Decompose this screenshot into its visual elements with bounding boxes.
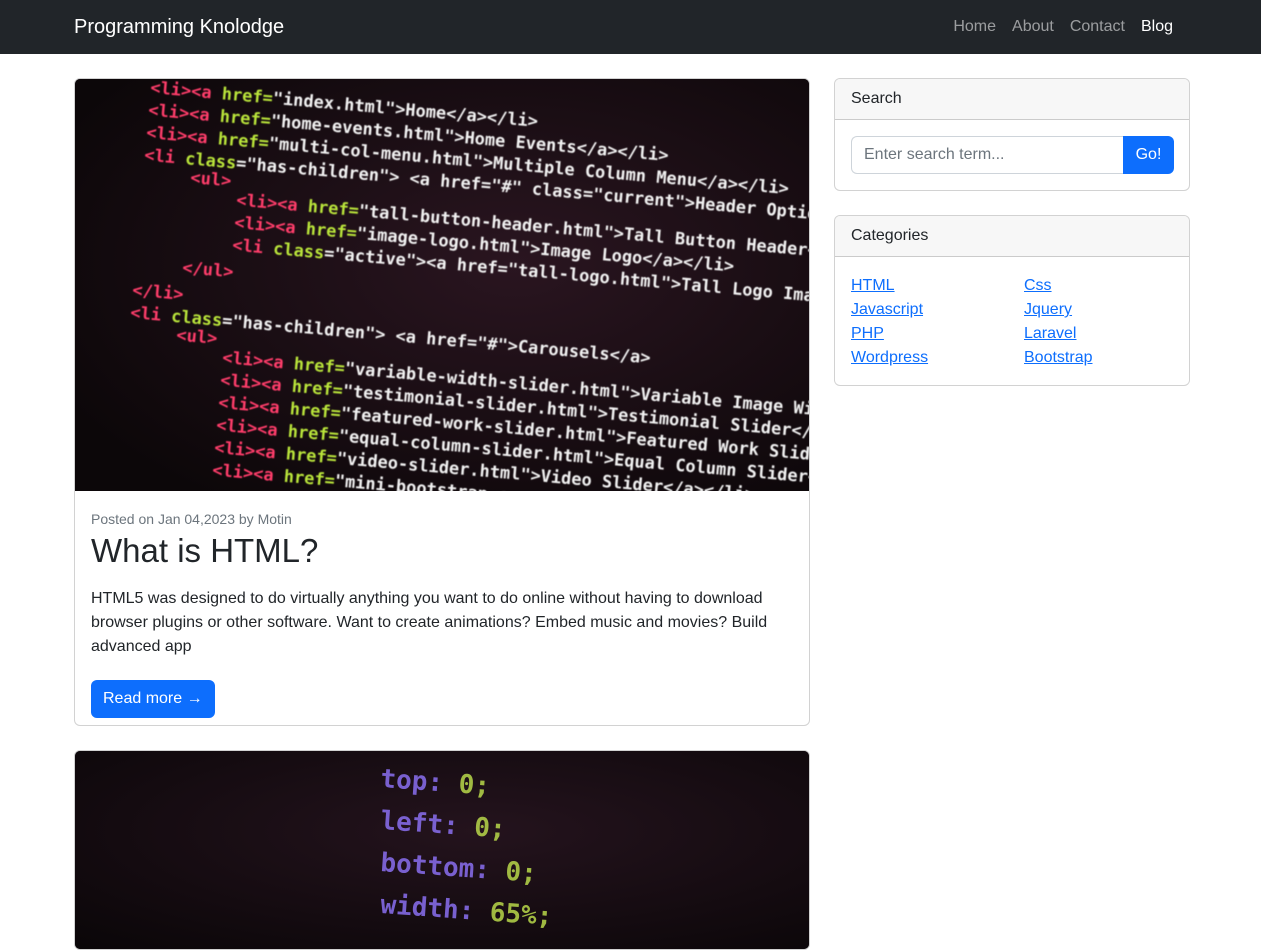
category-link-laravel[interactable]: Laravel: [1024, 322, 1092, 346]
search-widget-header: Search: [835, 79, 1189, 120]
category-link-css[interactable]: Css: [1024, 274, 1092, 298]
code-screenshot-image: <li><a href="index.html">Home</a></li><l…: [75, 79, 809, 491]
nav-about[interactable]: About: [1004, 16, 1062, 38]
post-excerpt: HTML5 was designed to do virtually anyth…: [91, 590, 768, 655]
category-link-jquery[interactable]: Jquery: [1024, 298, 1092, 322]
post-image-2[interactable]: top: 0; left: 0; bottom: 0; width: 65%;: [75, 751, 809, 949]
nav-blog[interactable]: Blog: [1133, 16, 1181, 38]
code-screenshot-image-2: top: 0;left: 0;bottom: 0;width: 65%;: [75, 751, 809, 949]
category-link-php[interactable]: PHP: [851, 322, 928, 346]
nav-links: Home About Contact Blog: [945, 16, 1181, 38]
nav-contact[interactable]: Contact: [1062, 16, 1133, 38]
category-link-javascript[interactable]: Javascript: [851, 298, 928, 322]
nav-home[interactable]: Home: [945, 16, 1004, 38]
post-body: Posted on Jan 04,2023 by Motin What is H…: [91, 509, 791, 659]
blog-post-card-2: top: 0; left: 0; bottom: 0; width: 65%;: [74, 750, 810, 950]
categories-column-2: Css Jquery Laravel Bootstrap: [1024, 274, 1092, 370]
categories-widget-header: Categories: [835, 216, 1189, 257]
search-go-button[interactable]: Go!: [1123, 136, 1174, 174]
code-line: <ul>: [190, 168, 233, 191]
category-link-wordpress[interactable]: Wordpress: [851, 346, 928, 370]
code-line: <ul>: [176, 326, 219, 349]
categories-widget: Categories HTML Javascript PHP Wordpress…: [834, 215, 1190, 386]
search-group: Go!: [851, 136, 1174, 174]
search-widget: Search Go!: [834, 78, 1190, 191]
categories-column-1: HTML Javascript PHP Wordpress: [851, 274, 928, 370]
brand-link[interactable]: Programming Knolodge: [74, 14, 284, 40]
post-image[interactable]: <li><a href="index.html">Home</a></li> <l…: [75, 79, 809, 491]
blog-post-card: <li><a href="index.html">Home</a></li> <l…: [74, 78, 810, 726]
post-title[interactable]: What is HTML?: [91, 531, 791, 571]
post-meta: Posted on Jan 04,2023 by Motin: [91, 511, 292, 527]
navbar: Programming Knolodge Home About Contact …: [0, 0, 1261, 54]
category-link-bootstrap[interactable]: Bootstrap: [1024, 346, 1092, 370]
read-more-button[interactable]: Read more →: [91, 680, 215, 718]
category-link-html[interactable]: HTML: [851, 274, 928, 298]
search-input[interactable]: [851, 136, 1123, 174]
